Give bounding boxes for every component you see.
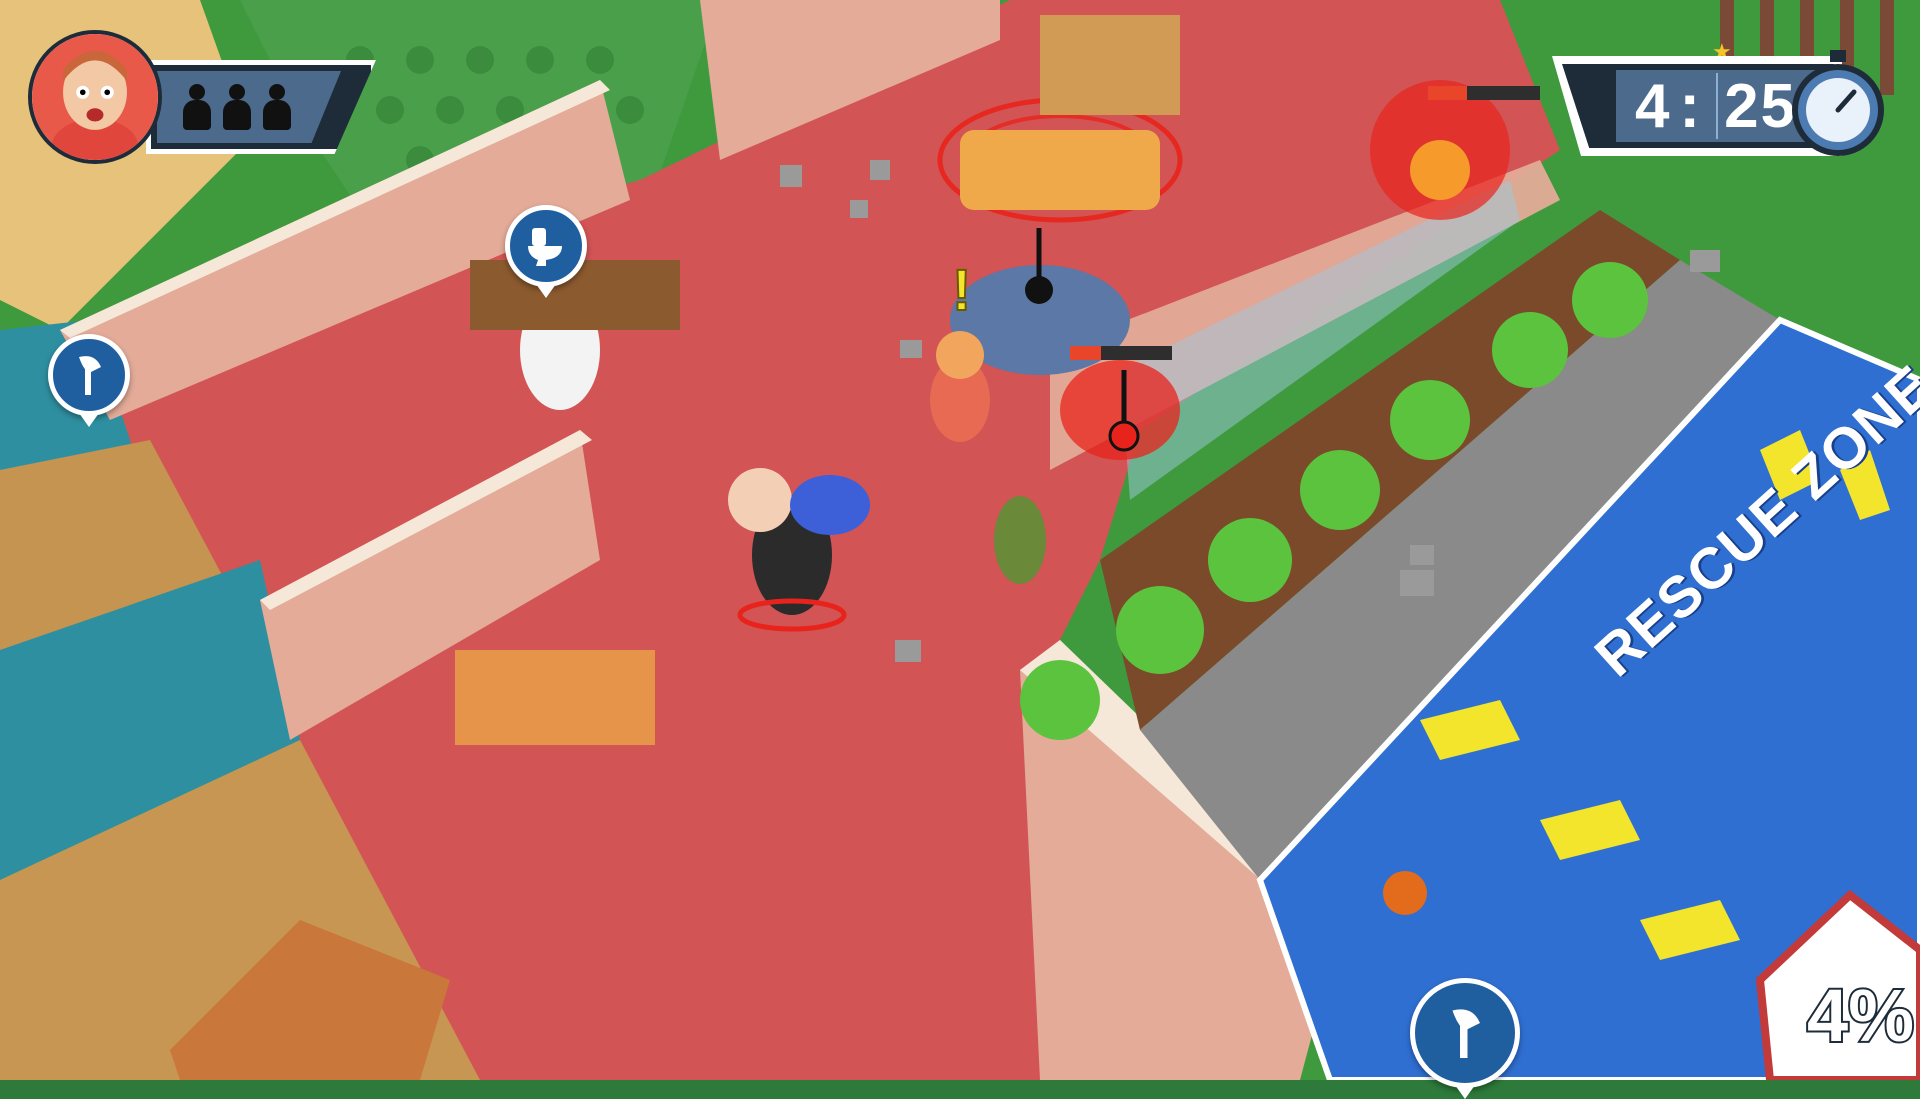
sofa (960, 130, 1160, 210)
rescue-percent-text: 4% (1807, 973, 1914, 1058)
life-icon (223, 84, 251, 130)
timer-minutes: 4 (1635, 71, 1671, 142)
life-icon (183, 84, 211, 130)
toilet-hint-bubble (505, 205, 587, 287)
timer-colon: : (1679, 71, 1702, 142)
axe-ability-button[interactable] (1410, 978, 1520, 1088)
rescue-progress: 4% (1760, 930, 1920, 1080)
teammate-firefighter (994, 496, 1046, 584)
axe-icon (65, 351, 113, 399)
room-fire-heat-meter (1070, 346, 1172, 360)
player-avatar (28, 30, 162, 164)
toilet-icon (522, 222, 570, 270)
avatar-portrait-icon (32, 34, 158, 160)
basketball (1383, 871, 1427, 915)
lives-container (157, 71, 341, 143)
timer-divider (1716, 73, 1718, 139)
wall-fire-heat-meter (1428, 86, 1540, 100)
round-timer: ★ 4 : 25 (1552, 48, 1892, 158)
svg-text:!: ! (952, 258, 971, 323)
stopwatch-icon (1784, 48, 1892, 160)
life-icon (263, 84, 291, 130)
axe-hint-bubble (48, 334, 130, 416)
bench (455, 650, 655, 745)
player-status-panel (28, 30, 368, 170)
lives-bar (146, 60, 376, 154)
axe-icon (1435, 1003, 1495, 1063)
